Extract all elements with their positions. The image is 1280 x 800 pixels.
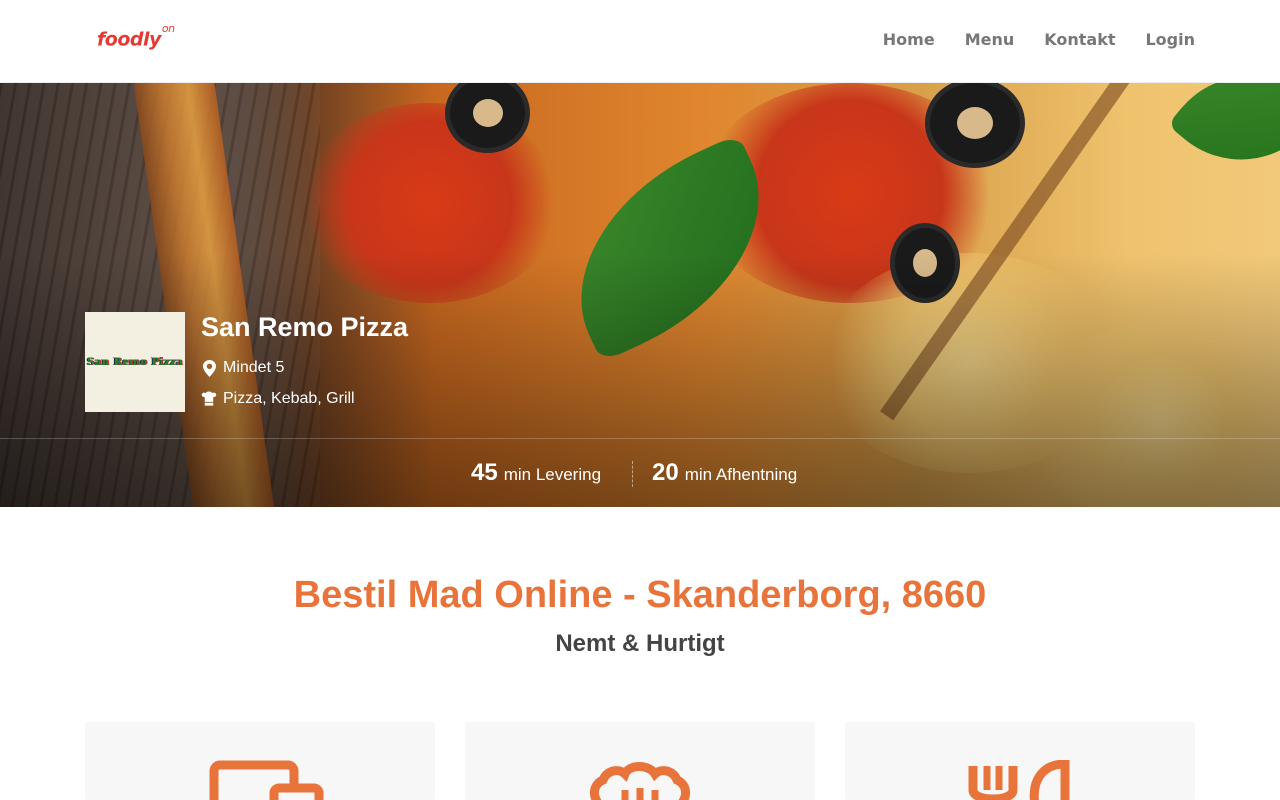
restaurant-logo-text: San Remo Pizza <box>86 356 183 368</box>
chef-hat-icon <box>590 762 690 800</box>
pickup-time: 20 min Afhentning <box>652 459 797 487</box>
nav-kontakt-link[interactable]: Kontakt <box>1044 30 1115 49</box>
restaurant-address-text: Mindet 5 <box>223 359 285 376</box>
devices-icon <box>209 760 324 800</box>
page-subheadline: Nemt & Hurtigt <box>555 630 725 657</box>
delivery-time-label: min Levering <box>503 465 602 484</box>
cutlery-icon <box>968 760 1070 800</box>
restaurant-name: San Remo Pizza <box>201 312 409 342</box>
delivery-stats-bar: 45 min Levering 20 min Afhentning <box>0 438 1280 507</box>
page-headline: Bestil Mad Online - Skanderborg, 8660 <box>293 574 987 616</box>
chef-hat-icon <box>201 390 217 408</box>
hero-banner: San Remo Pizza San Remo Pizza Mindet 5 P… <box>0 83 1280 507</box>
delivery-time: 45 min Levering <box>471 459 601 487</box>
pickup-time-label: min Afhentning <box>684 465 798 484</box>
restaurant-cuisine: Pizza, Kebab, Grill <box>201 390 355 408</box>
map-marker-icon <box>201 359 217 377</box>
nav-menu-link[interactable]: Menu <box>965 30 1015 49</box>
restaurant-logo: San Remo Pizza <box>85 312 185 412</box>
restaurant-cuisine-text: Pizza, Kebab, Grill <box>223 390 355 407</box>
feature-card-order-online <box>85 722 435 800</box>
restaurant-address: Mindet 5 <box>201 359 284 377</box>
brand-suffix: on <box>161 22 175 35</box>
nav-home-link[interactable]: Home <box>883 30 935 49</box>
stats-divider <box>632 461 633 487</box>
top-navbar: foodlyon Home Menu Kontakt Login <box>0 0 1280 83</box>
brand-logo[interactable]: foodlyon <box>97 22 175 51</box>
main-nav: Home Menu Kontakt Login <box>883 30 1195 49</box>
feature-card-food <box>845 722 1195 800</box>
feature-card-chef <box>465 722 815 800</box>
nav-login-link[interactable]: Login <box>1145 30 1195 49</box>
pickup-time-value: 20 <box>652 459 679 486</box>
brand-name: foodly <box>97 28 161 51</box>
delivery-time-value: 45 <box>471 459 498 486</box>
